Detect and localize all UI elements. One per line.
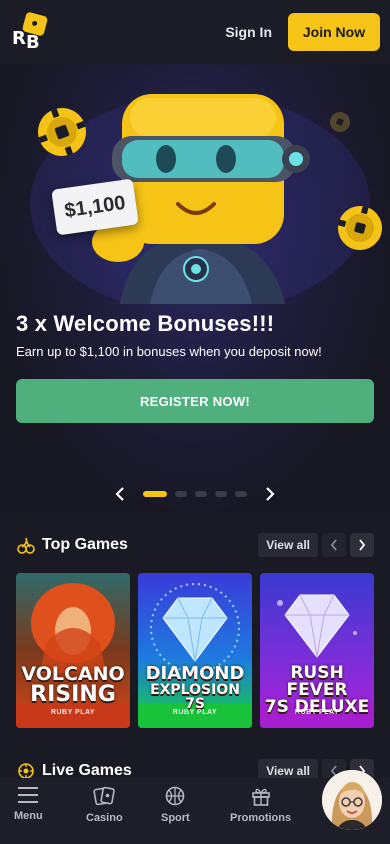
gift-icon bbox=[251, 788, 270, 806]
menu-icon bbox=[18, 787, 39, 803]
nav-sport[interactable]: Sport bbox=[161, 786, 190, 824]
logo-letter-b: B bbox=[26, 32, 40, 53]
top-header: R B Sign In Join Now bbox=[0, 0, 390, 64]
support-chat-avatar[interactable] bbox=[322, 770, 382, 830]
game-tile-diamond-explosion[interactable]: DIAMOND EXPLOSION 7S RUBY PLAY bbox=[138, 573, 252, 728]
game-provider: RUBY PLAY bbox=[294, 709, 340, 716]
game-tile-rush-fever[interactable]: RUSH FEVER 7S DELUXE RUBY PLAY bbox=[260, 573, 374, 728]
join-now-button[interactable]: Join Now bbox=[288, 13, 380, 51]
carousel-dot[interactable] bbox=[215, 491, 227, 497]
mascot-illustration bbox=[30, 94, 382, 304]
nav-promotions-label: Promotions bbox=[230, 812, 292, 824]
top-games-prev-button[interactable] bbox=[322, 533, 346, 557]
nav-menu-label: Menu bbox=[14, 810, 43, 822]
game-title-line2: EXPLOSION 7S bbox=[150, 682, 240, 712]
nav-sport-label: Sport bbox=[161, 812, 190, 824]
hero-banner: $1,100 3 x Welcome Bonuses!!! Earn up to… bbox=[0, 64, 390, 514]
bonus-badge-text: $1,100 bbox=[63, 191, 127, 222]
logo[interactable]: R B bbox=[10, 11, 50, 53]
chevron-left-icon bbox=[115, 487, 124, 501]
cards-icon bbox=[93, 786, 116, 806]
top-games-list: VOLCANO RISING RUBY PLAY DIAMOND EXPLOSI… bbox=[16, 573, 374, 728]
carousel-next-button[interactable] bbox=[260, 484, 280, 504]
game-title-line1: DIAMOND bbox=[145, 663, 245, 684]
top-games-title: Top Games bbox=[42, 536, 128, 553]
basketball-icon bbox=[166, 786, 185, 806]
cherries-icon bbox=[17, 537, 35, 554]
game-provider: RUBY PLAY bbox=[172, 709, 218, 716]
carousel-dot[interactable] bbox=[195, 491, 207, 497]
logo-letter-r: R bbox=[12, 28, 26, 49]
avatar bbox=[322, 770, 382, 830]
carousel-dot[interactable] bbox=[175, 491, 187, 497]
hero-title: 3 x Welcome Bonuses!!! bbox=[16, 311, 275, 336]
nav-promotions[interactable]: Promotions bbox=[230, 786, 291, 824]
carousel-prev-button[interactable] bbox=[110, 484, 130, 504]
sign-in-button[interactable]: Sign In bbox=[225, 24, 272, 40]
nav-casino[interactable]: Casino bbox=[86, 786, 123, 824]
game-provider: RUBY PLAY bbox=[50, 709, 96, 716]
top-games-next-button[interactable] bbox=[350, 533, 374, 557]
chevron-right-icon bbox=[266, 487, 275, 501]
nav-casino-label: Casino bbox=[86, 812, 123, 824]
game-title-line1: RUSH FEVER bbox=[286, 663, 348, 700]
carousel-controls bbox=[0, 484, 390, 504]
carousel-dot[interactable] bbox=[143, 491, 167, 497]
carousel-dot[interactable] bbox=[235, 491, 247, 497]
register-button[interactable]: REGISTER NOW! bbox=[16, 379, 374, 423]
game-tile-volcano-rising[interactable]: VOLCANO RISING RUBY PLAY bbox=[16, 573, 130, 728]
game-title-line2: RISING bbox=[30, 682, 116, 707]
carousel-dots bbox=[143, 491, 247, 497]
nav-menu[interactable]: Menu bbox=[14, 786, 43, 822]
top-games-view-all[interactable]: View all bbox=[258, 533, 318, 557]
chevron-right-icon bbox=[359, 539, 366, 551]
chevron-left-icon bbox=[330, 539, 337, 551]
top-games-header: Top Games View all bbox=[16, 532, 374, 558]
hero-subtitle: Earn up to $1,100 in bonuses when you de… bbox=[16, 344, 322, 359]
